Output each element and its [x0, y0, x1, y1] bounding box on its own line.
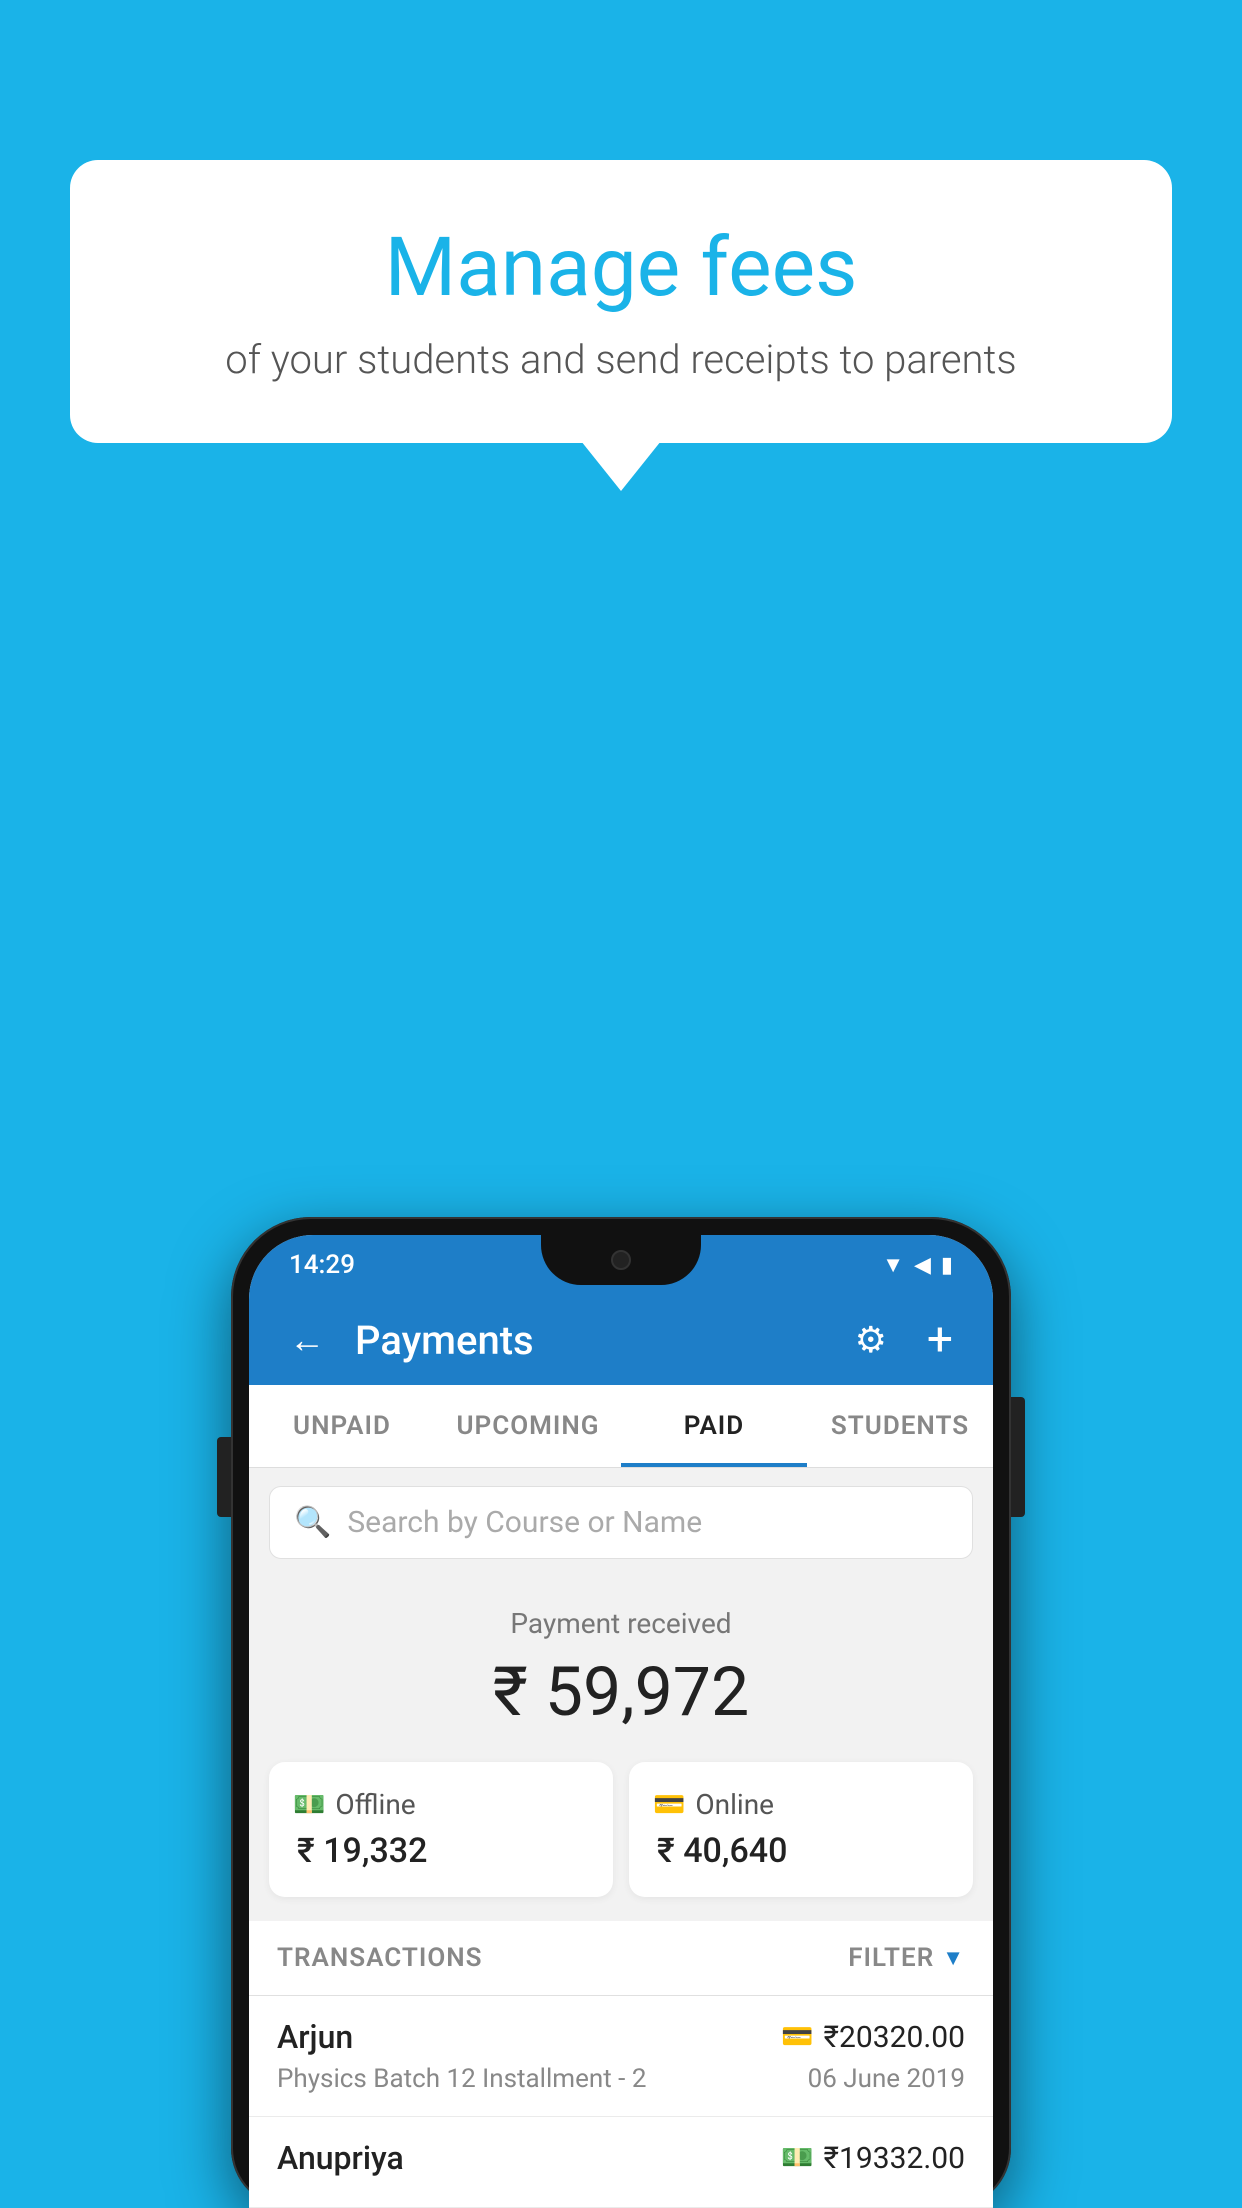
- payment-card-icon-1: 💳: [781, 2022, 813, 2052]
- transactions-header: TRANSACTIONS FILTER ▼: [249, 1921, 993, 1996]
- phone-outer: 14:29 ▼ ◀ ▮ ← Payments ⚙ +: [231, 1217, 1011, 2208]
- payment-summary: Payment received ₹ 59,972: [249, 1577, 993, 1762]
- back-button[interactable]: ←: [279, 1309, 335, 1371]
- search-bar[interactable]: 🔍 Search by Course or Name: [269, 1486, 973, 1559]
- transactions-label: TRANSACTIONS: [277, 1943, 483, 1973]
- transaction-date-1: 06 June 2019: [808, 2064, 965, 2094]
- status-bar: 14:29 ▼ ◀ ▮: [249, 1235, 993, 1295]
- tab-paid[interactable]: PAID: [621, 1385, 807, 1467]
- bubble-subtitle: of your students and send receipts to pa…: [150, 336, 1092, 383]
- phone-screen: 14:29 ▼ ◀ ▮ ← Payments ⚙ +: [249, 1235, 993, 2208]
- phone-device: 14:29 ▼ ◀ ▮ ← Payments ⚙ +: [231, 1217, 1011, 2208]
- transaction-amount-2: ₹19332.00: [824, 2141, 965, 2176]
- camera: [611, 1250, 631, 1270]
- status-time: 14:29: [289, 1250, 355, 1280]
- offline-card: 💵 Offline ₹ 19,332: [269, 1762, 613, 1897]
- battery-icon: ▮: [941, 1253, 953, 1278]
- payment-received-label: Payment received: [269, 1607, 973, 1640]
- amount-row-1: 💳 ₹20320.00: [781, 2020, 965, 2055]
- card-icon: 💳: [653, 1790, 685, 1820]
- payment-cash-icon-2: 💵: [781, 2143, 813, 2173]
- transaction-item-2[interactable]: Anupriya 💵 ₹19332.00: [249, 2117, 993, 2208]
- tabs-container: UNPAID UPCOMING PAID STUDENTS: [249, 1385, 993, 1468]
- search-input[interactable]: Search by Course or Name: [347, 1505, 702, 1540]
- online-card: 💳 Online ₹ 40,640: [629, 1762, 973, 1897]
- notch: [541, 1235, 701, 1285]
- cash-icon: 💵: [293, 1790, 325, 1820]
- bubble-title: Manage fees: [150, 220, 1092, 316]
- settings-button[interactable]: ⚙: [845, 1309, 897, 1371]
- signal-icon: ◀: [914, 1253, 931, 1278]
- search-container: 🔍 Search by Course or Name: [249, 1468, 993, 1577]
- tab-students[interactable]: STUDENTS: [807, 1385, 993, 1467]
- search-icon: 🔍: [294, 1505, 331, 1540]
- tab-upcoming[interactable]: UPCOMING: [435, 1385, 621, 1467]
- tab-unpaid[interactable]: UNPAID: [249, 1385, 435, 1467]
- amount-row-2: 💵 ₹19332.00: [781, 2141, 965, 2176]
- speech-bubble: Manage fees of your students and send re…: [70, 160, 1172, 443]
- transaction-name-2: Anupriya: [277, 2139, 404, 2177]
- payment-cards: 💵 Offline ₹ 19,332 💳 Online ₹ 40,640: [249, 1762, 993, 1921]
- filter-button[interactable]: FILTER ▼: [848, 1943, 965, 1973]
- filter-icon: ▼: [942, 1945, 965, 1971]
- transaction-course-1: Physics Batch 12 Installment - 2: [277, 2064, 646, 2094]
- payment-total-amount: ₹ 59,972: [269, 1652, 973, 1732]
- online-amount: ₹ 40,640: [653, 1831, 949, 1871]
- offline-amount: ₹ 19,332: [293, 1831, 589, 1871]
- filter-text: FILTER: [848, 1943, 934, 1973]
- transaction-item[interactable]: Arjun 💳 ₹20320.00 Physics Batch 12 Insta…: [249, 1996, 993, 2117]
- speech-bubble-container: Manage fees of your students and send re…: [70, 160, 1172, 443]
- status-icons: ▼ ◀ ▮: [882, 1252, 953, 1278]
- add-button[interactable]: +: [917, 1303, 963, 1377]
- header-title: Payments: [355, 1317, 825, 1364]
- wifi-icon: ▼: [882, 1252, 904, 1278]
- page-background: Manage fees of your students and send re…: [0, 0, 1242, 2208]
- online-label: Online: [695, 1788, 774, 1821]
- transaction-amount-1: ₹20320.00: [824, 2020, 965, 2055]
- offline-label: Offline: [335, 1788, 415, 1821]
- transaction-name-1: Arjun: [277, 2018, 353, 2056]
- app-header: ← Payments ⚙ +: [249, 1295, 993, 1385]
